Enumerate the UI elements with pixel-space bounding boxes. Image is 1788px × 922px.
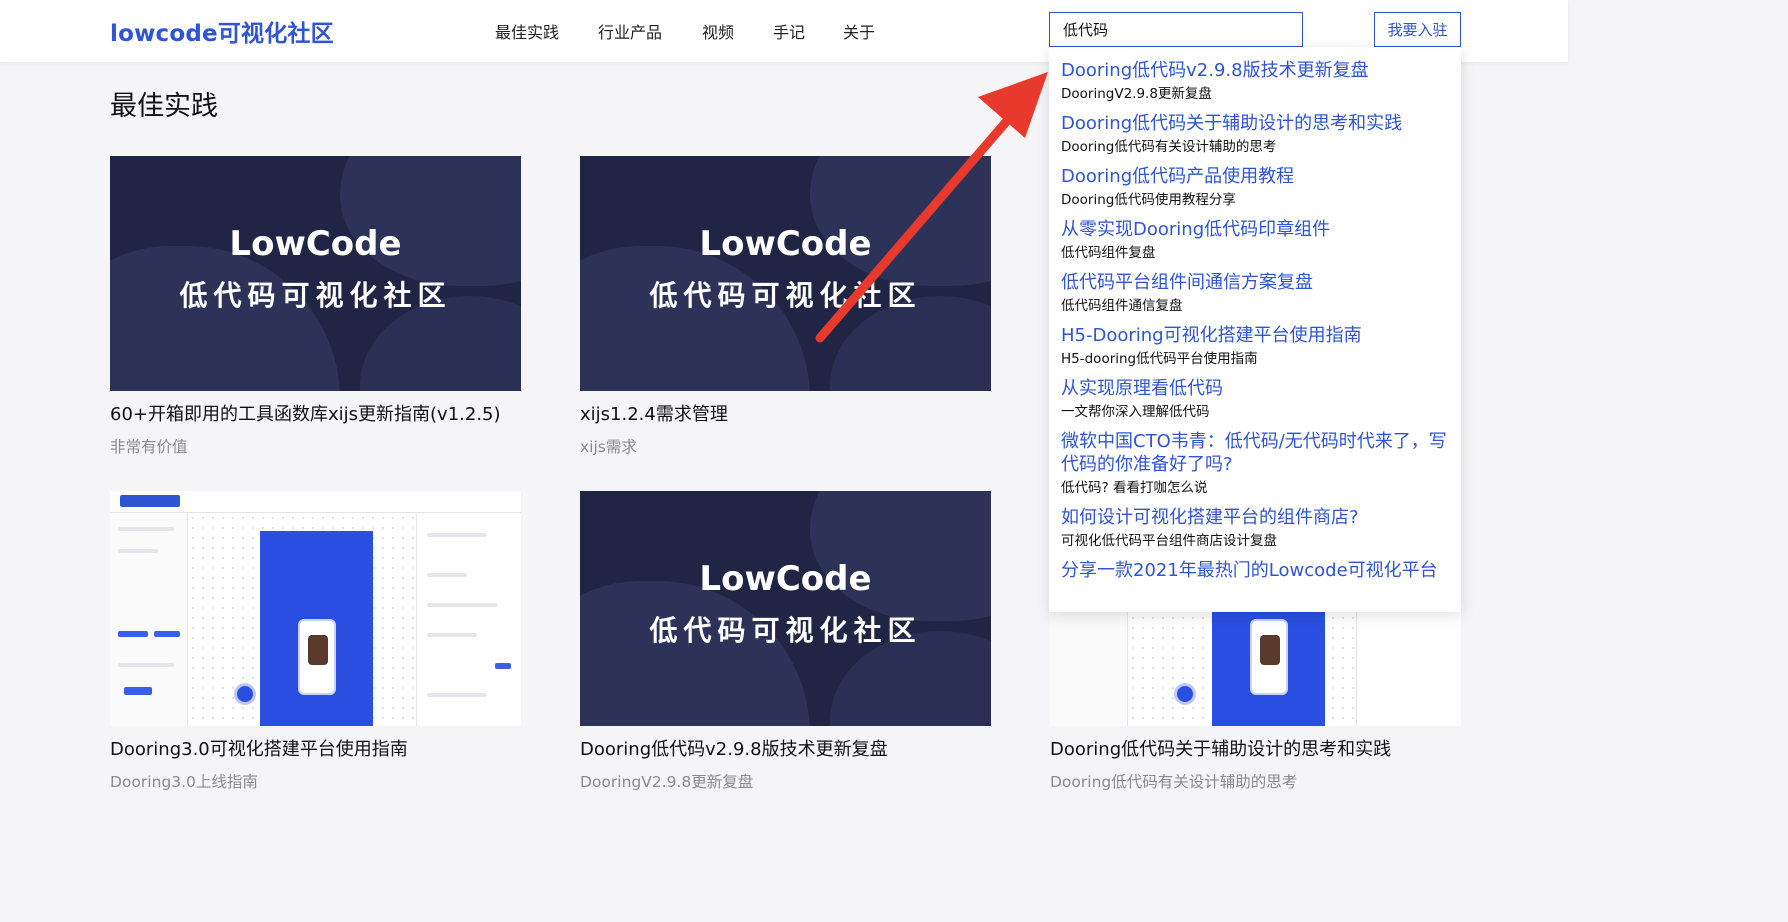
suggestion-desc: 可视化低代码平台组件商店设计复盘	[1061, 533, 1277, 549]
suggestion-title[interactable]: 从零实现Dooring低代码印章组件	[1061, 218, 1449, 241]
card-title[interactable]: 60+开箱即用的工具函数库xijs更新指南(v1.2.5)	[110, 400, 521, 426]
search-input[interactable]	[1049, 12, 1303, 47]
suggestion-item[interactable]: 低代码平台组件间通信方案复盘 低代码组件通信复盘	[1061, 271, 1449, 315]
suggestion-desc: 低代码? 看看打咖怎么说	[1061, 480, 1208, 496]
suggestion-item[interactable]: 如何设计可视化搭建平台的组件商店? 可视化低代码平台组件商店设计复盘	[1061, 506, 1449, 550]
search-suggestions-dropdown: Dooring低代码v2.9.8版技术更新复盘 DooringV2.9.8更新复…	[1049, 47, 1461, 612]
card-title[interactable]: Dooring低代码v2.9.8版技术更新复盘	[580, 735, 991, 761]
article-card[interactable]: Dooring3.0可视化搭建平台使用指南 Dooring3.0上线指南	[110, 491, 521, 792]
site-logo[interactable]: lowcode可视化社区	[110, 14, 334, 48]
suggestion-desc: 一文帮你深入理解低代码	[1061, 404, 1210, 420]
suggestion-title[interactable]: H5-Dooring可视化搭建平台使用指南	[1061, 324, 1449, 347]
nav-video[interactable]: 视频	[702, 19, 734, 43]
suggestion-desc: 低代码组件通信复盘	[1061, 298, 1183, 314]
card-desc: Dooring低代码有关设计辅助的思考	[1050, 773, 1298, 791]
suggestion-title[interactable]: 微软中国CTO韦青：低代码/无代码时代来了，写代码的你准备好了吗?	[1061, 430, 1449, 476]
suggestion-item[interactable]: Dooring低代码关于辅助设计的思考和实践 Dooring低代码有关设计辅助的…	[1061, 112, 1449, 156]
section-title: 最佳实践	[110, 91, 218, 122]
suggestion-title[interactable]: 如何设计可视化搭建平台的组件商店?	[1061, 506, 1449, 529]
card-desc: Dooring3.0上线指南	[110, 773, 258, 791]
card-thumbnail[interactable]	[110, 491, 521, 726]
suggestion-desc: Dooring低代码使用教程分享	[1061, 192, 1236, 208]
card-thumbnail[interactable]: LowCode 低代码可视化社区	[580, 156, 991, 391]
suggestion-title[interactable]: 低代码平台组件间通信方案复盘	[1061, 271, 1449, 294]
nav-best-practice[interactable]: 最佳实践	[495, 19, 559, 43]
suggestion-desc: DooringV2.9.8更新复盘	[1061, 86, 1212, 102]
card-title[interactable]: Dooring低代码关于辅助设计的思考和实践	[1050, 735, 1461, 761]
thumbnail-subtitle: 低代码可视化社区	[179, 279, 452, 312]
thumbnail-subtitle: 低代码可视化社区	[649, 614, 922, 647]
suggestion-title[interactable]: 从实现原理看低代码	[1061, 377, 1449, 400]
join-button[interactable]: 我要入驻	[1374, 12, 1461, 47]
card-thumbnail[interactable]: LowCode 低代码可视化社区	[580, 491, 991, 726]
suggestion-item[interactable]: H5-Dooring可视化搭建平台使用指南 H5-dooring低代码平台使用指…	[1061, 324, 1449, 368]
suggestion-item[interactable]: 分享一款2021年最热门的Lowcode可视化平台	[1061, 559, 1449, 582]
suggestion-item[interactable]: Dooring低代码v2.9.8版技术更新复盘 DooringV2.9.8更新复…	[1061, 59, 1449, 103]
nav-notes[interactable]: 手记	[773, 19, 805, 43]
suggestion-desc: H5-dooring低代码平台使用指南	[1061, 351, 1258, 367]
card-thumbnail[interactable]: LowCode 低代码可视化社区	[110, 156, 521, 391]
suggestion-desc: 低代码组件复盘	[1061, 245, 1156, 261]
card-desc: xijs需求	[580, 438, 637, 456]
thumbnail-subtitle: 低代码可视化社区	[649, 279, 922, 312]
suggestion-desc: Dooring低代码有关设计辅助的思考	[1061, 139, 1277, 155]
suggestion-title[interactable]: Dooring低代码关于辅助设计的思考和实践	[1061, 112, 1449, 135]
suggestion-item[interactable]: Dooring低代码产品使用教程 Dooring低代码使用教程分享	[1061, 165, 1449, 209]
card-title[interactable]: xijs1.2.4需求管理	[580, 400, 991, 426]
suggestion-title[interactable]: Dooring低代码产品使用教程	[1061, 165, 1449, 188]
suggestion-title[interactable]: Dooring低代码v2.9.8版技术更新复盘	[1061, 59, 1449, 82]
nav-industry-products[interactable]: 行业产品	[598, 19, 662, 43]
suggestion-item[interactable]: 微软中国CTO韦青：低代码/无代码时代来了，写代码的你准备好了吗? 低代码? 看…	[1061, 430, 1449, 497]
thumbnail-title: LowCode	[699, 224, 872, 264]
article-card[interactable]: LowCode 低代码可视化社区 Dooring低代码v2.9.8版技术更新复盘…	[580, 491, 991, 792]
suggestion-item[interactable]: 从零实现Dooring低代码印章组件 低代码组件复盘	[1061, 218, 1449, 262]
article-card[interactable]: LowCode 低代码可视化社区 xijs1.2.4需求管理 xijs需求	[580, 156, 991, 457]
card-desc: DooringV2.9.8更新复盘	[580, 773, 754, 791]
suggestion-item[interactable]: 从实现原理看低代码 一文帮你深入理解低代码	[1061, 377, 1449, 421]
article-card[interactable]: LowCode 低代码可视化社区 60+开箱即用的工具函数库xijs更新指南(v…	[110, 156, 521, 457]
nav-about[interactable]: 关于	[843, 19, 875, 43]
card-title[interactable]: Dooring3.0可视化搭建平台使用指南	[110, 735, 521, 761]
thumbnail-title: LowCode	[229, 224, 402, 264]
suggestion-title[interactable]: 分享一款2021年最热门的Lowcode可视化平台	[1061, 559, 1449, 582]
card-desc: 非常有价值	[110, 438, 188, 456]
thumbnail-title: LowCode	[699, 559, 872, 599]
